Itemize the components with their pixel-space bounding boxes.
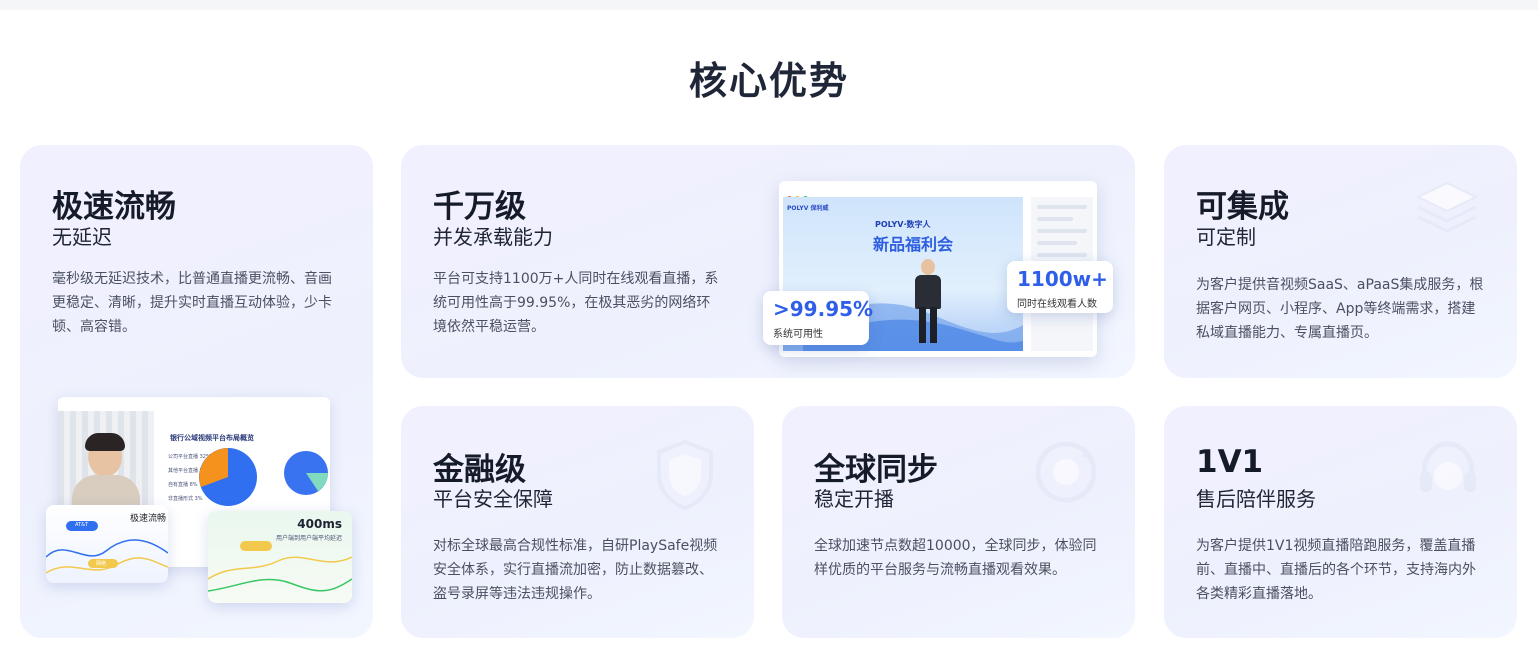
card-description: 对标全球最高合规性标准，自研PlaySafe视频安全体系，实行直播流加密，防止数…: [433, 538, 718, 602]
card-subtitle: 可定制: [1196, 225, 1256, 249]
card-description: 毫秒级无延迟技术，比普通直播更流畅、音画更稳定、清晰，提升实时直播互动体验，少卡…: [52, 271, 332, 335]
sync-icon: [1035, 441, 1097, 503]
wave-lines: [46, 539, 168, 574]
uptime-stat-card: >99.95% 系统可用性: [763, 291, 873, 345]
advantage-card-speed: 极速流畅 无延迟 毫秒级无延迟技术，比普通直播更流畅、音画更稳定、清晰，提升实时…: [20, 145, 373, 638]
card-title: 极速流畅: [52, 189, 176, 225]
card-subtitle: 售后陪伴服务: [1196, 487, 1316, 511]
card-subtitle: 平台安全保障: [433, 487, 553, 511]
legend-c: 自有直播 8%: [168, 482, 198, 488]
uptime-label: 系统可用性: [773, 329, 823, 340]
latency-waves: [208, 556, 352, 592]
pill-b: 网络: [96, 561, 107, 567]
card-subtitle: 并发承载能力: [433, 225, 553, 249]
latency-value: 400ms: [297, 517, 342, 531]
advantage-card-concurrency: 千万级 并发承载能力 平台可支持1100万+人同时在线观看直播，系统可用性高于9…: [401, 145, 1135, 378]
pie-chart-right: [284, 451, 328, 495]
latency-label: 用户端到用户端平均延迟: [275, 535, 342, 542]
event-tag: POLYV·数字人: [875, 220, 931, 229]
viewers-value: 1100w+: [1017, 267, 1108, 291]
brand-label: POLYV 保利威: [787, 205, 829, 212]
advantage-card-global-sync: 全球同步 稳定开播 全球加速节点数超10000，全球同步，体验同样优质的平台服务…: [782, 406, 1135, 638]
section-title: 核心优势: [688, 59, 849, 103]
advantage-card-integration: 可集成 可定制 为客户提供音视频SaaS、aPaaS集成服务，根据客户网页、小程…: [1164, 145, 1517, 378]
top-strip: [0, 0, 1538, 10]
card-subtitle: 无延迟: [52, 225, 112, 249]
viewers-label: 同时在线观看人数: [1017, 299, 1097, 310]
event-title: 新品福利会: [873, 235, 954, 254]
advantage-card-support: 1V1 售后陪伴服务 为客户提供1V1视频直播陪跑服务，覆盖直播前、直播中、直播…: [1164, 406, 1517, 638]
headset-icon: [1420, 441, 1476, 492]
layers-icon: [1415, 181, 1479, 233]
advantage-card-security: 金融级 平台安全保障 对标全球最高合规性标准，自研PlaySafe视频安全体系，…: [401, 406, 754, 638]
card-title: 可集成: [1196, 189, 1289, 225]
card-title: 千万级: [433, 189, 526, 225]
mini-card-title: 极速流畅: [130, 514, 167, 524]
uptime-value: >99.95%: [773, 297, 874, 321]
card-description: 为客户提供1V1视频直播陪跑服务，覆盖直播前、直播中、直播后的各个环节，支持海内…: [1196, 538, 1476, 602]
card-description: 为客户提供音视频SaaS、aPaaS集成服务，根据客户网页、小程序、App等终端…: [1196, 277, 1484, 341]
latency-card: 400ms 用户端到用户端平均延迟: [208, 511, 352, 603]
card-description: 全球加速节点数超10000，全球同步，体验同样优质的平台服务与流畅直播观看效果。: [814, 538, 1097, 578]
viewers-stat-card: 1100w+ 同时在线观看人数: [1007, 261, 1113, 313]
card-subtitle: 稳定开播: [814, 487, 894, 511]
shield-icon: [657, 439, 713, 511]
chart-title: 银行公域视频平台布局概览: [170, 434, 254, 442]
speed-mini-card: 极速流畅 AT&T 网络: [46, 505, 168, 583]
pie-chart-left: [199, 448, 257, 506]
card-title: 1V1: [1196, 444, 1264, 480]
card-description: 平台可支持1100万+人同时在线观看直播，系统可用性高于99.95%，在极其恶劣…: [433, 271, 719, 335]
